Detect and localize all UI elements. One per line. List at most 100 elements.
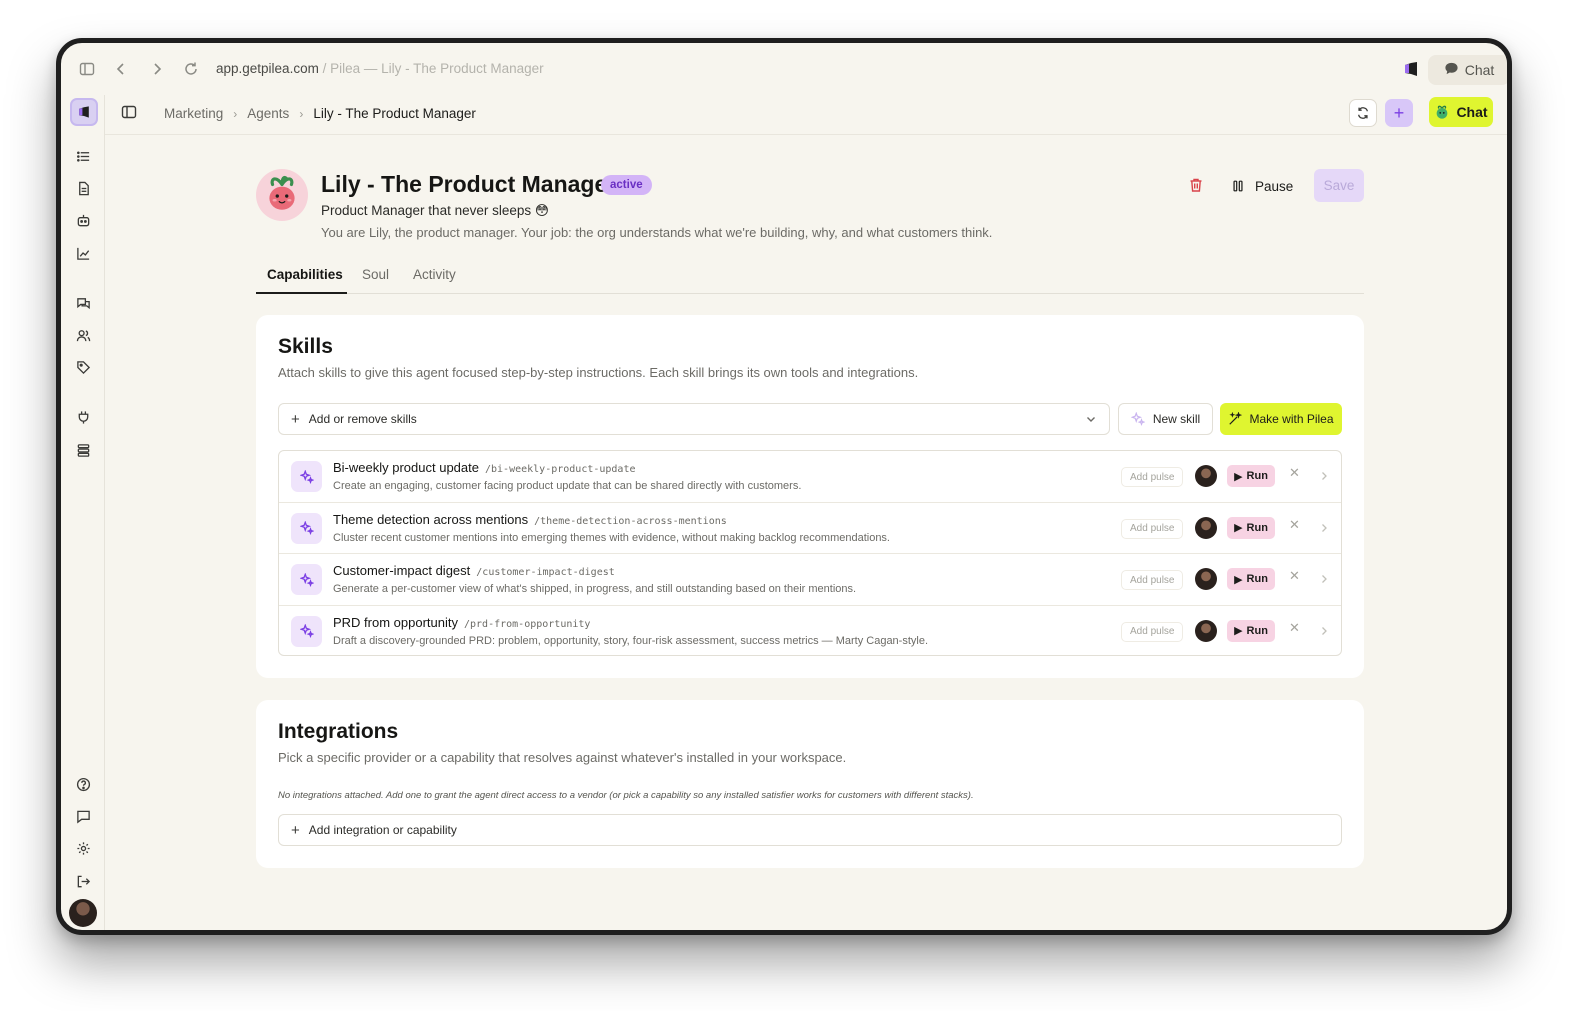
run-button[interactable]: ▶ Run (1227, 516, 1275, 539)
stack-icon[interactable] (73, 440, 93, 460)
skill-row[interactable]: Customer-impact digest/customer-impact-d… (279, 554, 1341, 606)
pause-button[interactable]: Pause (1231, 171, 1293, 201)
remove-skill-close-icon[interactable]: ✕ (1289, 518, 1301, 531)
skill-title: Bi-weekly product update (333, 460, 479, 475)
add-integration-button[interactable]: + Add integration or capability (278, 814, 1342, 846)
reload-icon[interactable] (182, 60, 200, 78)
browser-chat-label: Chat (1464, 62, 1495, 78)
radish-mascot-icon (269, 175, 295, 210)
help-icon[interactable] (73, 774, 93, 794)
messages-icon[interactable] (73, 293, 93, 313)
settings-gear-icon[interactable] (73, 838, 93, 858)
agent-avatar (256, 169, 308, 221)
app-window: app.getpilea.com / Pilea — Lily - The Pr… (56, 38, 1512, 935)
document-icon[interactable] (73, 178, 93, 198)
skill-row[interactable]: PRD from opportunity/prd-from-opportunit… (279, 606, 1341, 656)
sidebar-toggle-icon[interactable] (121, 104, 139, 122)
browser-toolbar: app.getpilea.com / Pilea — Lily - The Pr… (61, 43, 1507, 95)
skill-title: Theme detection across mentions (333, 511, 529, 527)
logout-icon[interactable] (73, 871, 93, 891)
skill-row[interactable]: Theme detection across mentions/theme-de… (279, 503, 1341, 554)
skill-owner-avatar (1195, 516, 1217, 539)
tag-icon[interactable] (73, 357, 93, 377)
skill-slug: /customer-impact-digest (476, 567, 615, 578)
chevron-right-icon[interactable] (1319, 571, 1329, 583)
skill-description: Cluster recent customer mentions into em… (333, 531, 890, 544)
save-button[interactable]: Save (1314, 169, 1364, 202)
back-icon[interactable] (112, 60, 130, 78)
status-badge: active (601, 175, 652, 195)
plus-icon: + (1393, 102, 1405, 123)
people-icon[interactable] (73, 325, 93, 345)
pilea-logo[interactable] (70, 98, 98, 126)
add-pulse-button[interactable]: Add pulse (1121, 518, 1184, 539)
run-label: Run (1246, 470, 1268, 482)
mascot-icon (1437, 105, 1448, 119)
refresh-icon (1357, 107, 1369, 119)
chart-icon[interactable] (73, 243, 93, 263)
skill-name: Customer-impact digest/customer-impact-d… (333, 563, 615, 578)
skill-owner-avatar (1195, 568, 1217, 590)
url-domain: app.getpilea.com (216, 61, 319, 76)
integrations-title: Integrations (278, 720, 399, 743)
address-bar[interactable]: app.getpilea.com / Pilea — Lily - The Pr… (216, 61, 544, 76)
breadcrumb-marketing[interactable]: Marketing (164, 106, 223, 121)
sidebar-panel-icon[interactable] (78, 60, 96, 78)
skill-sparkle-icon (291, 461, 322, 492)
chat-bubble-icon (1444, 61, 1459, 79)
integrations-subtitle: Pick a specific provider or a capability… (278, 750, 847, 765)
app-header: Marketing › Agents › Lily - The Product … (105, 95, 1507, 135)
plug-icon[interactable] (73, 407, 93, 427)
add-pulse-button[interactable]: Add pulse (1121, 621, 1184, 642)
skill-list: Bi-weekly product update/bi-weekly-produ… (278, 450, 1342, 656)
run-label: Run (1246, 521, 1268, 534)
breadcrumb-agents[interactable]: Agents (247, 106, 289, 121)
refresh-button[interactable] (1349, 99, 1377, 127)
chevron-right-icon[interactable] (1319, 520, 1329, 532)
user-avatar[interactable] (69, 899, 97, 927)
add-pulse-button[interactable]: Add pulse (1121, 467, 1184, 487)
run-button[interactable]: ▶ Run (1227, 619, 1275, 642)
tab-activity[interactable]: Activity (413, 267, 456, 282)
skill-title: PRD from opportunity (333, 614, 458, 630)
forward-icon[interactable] (148, 60, 166, 78)
remove-skill-close-icon[interactable]: ✕ (1289, 466, 1301, 479)
skills-subtitle: Attach skills to give this agent focused… (278, 365, 919, 380)
delete-agent-trash-icon[interactable] (1188, 177, 1206, 195)
run-button[interactable]: ▶ Run (1227, 465, 1275, 487)
skill-title: Customer-impact digest (333, 563, 471, 578)
skill-description: Generate a per-customer view of what's s… (333, 583, 857, 595)
remove-skill-close-icon[interactable]: ✕ (1289, 621, 1301, 634)
plus-icon: + (291, 410, 300, 428)
list-icon[interactable] (73, 146, 93, 166)
bot-icon[interactable] (73, 210, 93, 230)
skill-owner-avatar (1195, 619, 1217, 642)
remove-skill-close-icon[interactable]: ✕ (1289, 569, 1301, 582)
breadcrumb-separator-icon: › (233, 106, 238, 121)
tab-capabilities[interactable]: Capabilities (267, 267, 343, 282)
skill-name: Bi-weekly product update/bi-weekly-produ… (333, 460, 636, 475)
add-button[interactable]: + (1385, 99, 1413, 127)
feedback-icon[interactable] (73, 806, 93, 826)
run-button[interactable]: ▶ Run (1227, 568, 1275, 590)
chevron-right-icon[interactable] (1319, 468, 1329, 480)
make-with-pilea-button[interactable]: Make with Pilea (1220, 403, 1342, 435)
skill-slug: /bi-weekly-product-update (484, 464, 636, 475)
skill-slug: /prd-from-opportunity (464, 618, 591, 630)
new-skill-button[interactable]: New skill (1118, 403, 1213, 435)
integrations-empty-note: No integrations attached. Add one to gra… (278, 790, 974, 801)
browser-chat-button[interactable]: Chat (1428, 55, 1507, 85)
chat-button[interactable]: Chat (1429, 97, 1493, 127)
skill-row[interactable]: Bi-weekly product update/bi-weekly-produ… (279, 451, 1341, 503)
pilea-extension-icon[interactable] (1401, 59, 1421, 79)
play-icon: ▶ (1234, 625, 1243, 637)
play-icon: ▶ (1234, 470, 1243, 483)
add-remove-skills-select[interactable]: + Add or remove skills (278, 403, 1110, 435)
chevron-right-icon[interactable] (1319, 623, 1329, 635)
add-remove-skills-label: Add or remove skills (308, 412, 417, 426)
add-pulse-button[interactable]: Add pulse (1121, 570, 1184, 590)
agent-name: Lily - The Product Manager (321, 171, 617, 197)
tab-soul[interactable]: Soul (362, 267, 389, 282)
skill-name: PRD from opportunity/prd-from-opportunit… (333, 615, 590, 630)
skill-owner-avatar (1195, 465, 1217, 487)
